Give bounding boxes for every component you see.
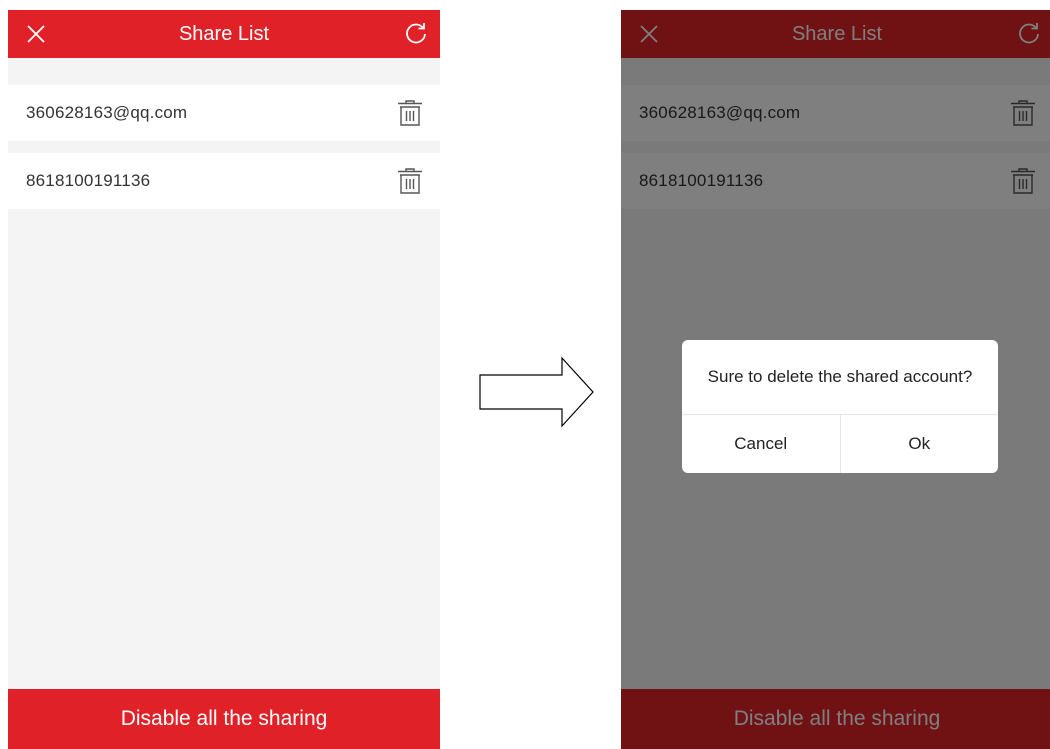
- share-list-screen: Share List 360628163@qq.com 861810019113…: [8, 10, 440, 749]
- list-item: 360628163@qq.com: [8, 85, 440, 141]
- disable-sharing-label: Disable all the sharing: [120, 707, 328, 730]
- dialog-actions: Cancel Ok: [682, 415, 998, 473]
- close-icon: [27, 25, 45, 43]
- list-item: 8618100191136: [8, 153, 440, 209]
- account-label: 360628163@qq.com: [26, 103, 188, 122]
- refresh-icon: [406, 23, 426, 44]
- ok-button[interactable]: Ok: [839, 415, 999, 473]
- close-button[interactable]: [12, 10, 60, 58]
- refresh-button[interactable]: [392, 10, 440, 58]
- page-title: Share List: [178, 22, 270, 45]
- disable-sharing-button[interactable]: Disable all the sharing: [8, 689, 440, 749]
- cancel-button[interactable]: Cancel: [682, 415, 840, 473]
- trash-icon: [398, 168, 422, 194]
- dialog-message: Sure to delete the shared account?: [682, 340, 998, 415]
- app-header: Share List: [8, 10, 440, 58]
- confirm-delete-dialog: Sure to delete the shared account? Cance…: [682, 340, 998, 473]
- account-label: 8618100191136: [26, 171, 151, 190]
- delete-button[interactable]: [396, 167, 424, 195]
- right-arrow-icon: [479, 356, 594, 428]
- delete-button[interactable]: [396, 99, 424, 127]
- trash-icon: [398, 100, 422, 126]
- share-list-screen-dialog: Share List 360628163@qq.com 861810019113…: [621, 10, 1050, 749]
